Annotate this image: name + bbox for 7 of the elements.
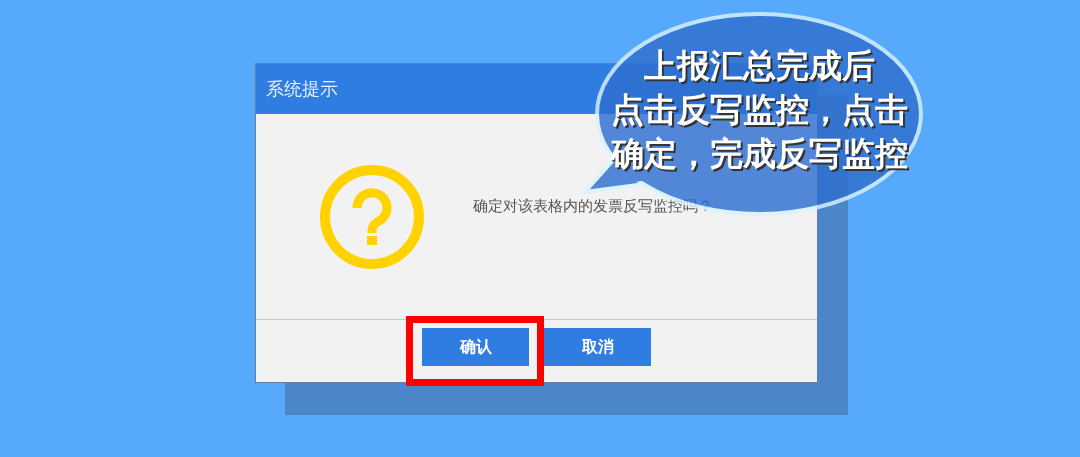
- confirm-button[interactable]: 确认: [422, 328, 529, 366]
- question-icon: [319, 163, 425, 270]
- callout-text: 点击反写监控，点击: [610, 89, 908, 131]
- cancel-button[interactable]: 取消: [544, 328, 651, 366]
- window-title: 系统提示: [266, 77, 338, 101]
- callout-text: 上报汇总完成后: [643, 45, 875, 87]
- callout-text: 确定，完成反写监控: [610, 133, 908, 175]
